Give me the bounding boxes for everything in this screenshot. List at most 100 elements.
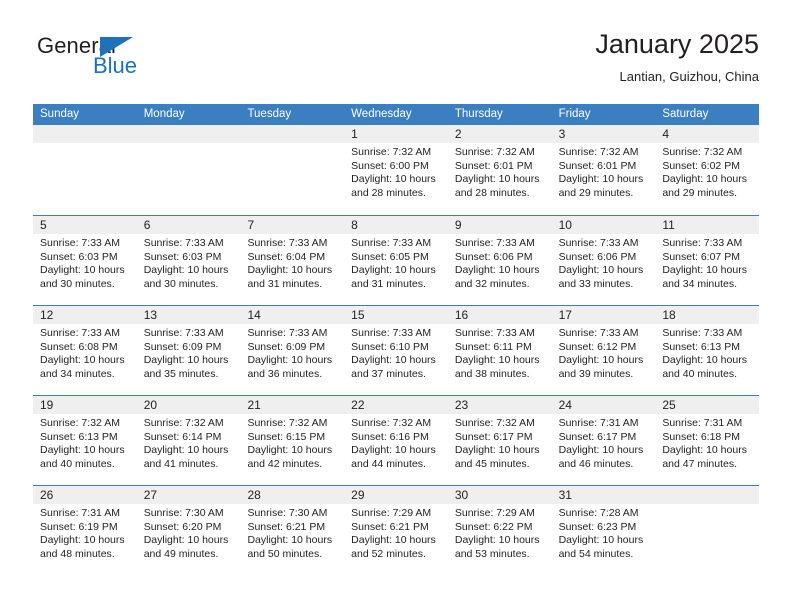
day-detail-lines: Sunrise: 7:33 AM Sunset: 6:06 PM Daylight:… — [448, 234, 552, 291]
day-detail-line: Daylight: 10 hours — [40, 534, 125, 547]
day-number: 8 — [351, 218, 358, 232]
calendar-day-cell[interactable]: 14 Sunrise: 7:33 AM Sunset: 6:09 PM Dayligh… — [240, 306, 345, 395]
day-number: 24 — [558, 398, 572, 412]
day-number-band: 26 — [33, 486, 137, 504]
day-detail-lines: Sunrise: 7:32 AM Sunset: 6:13 PM Daylight:… — [33, 414, 137, 471]
day-detail-line: Sunset: 6:14 PM — [143, 430, 222, 443]
day-number-band — [33, 125, 137, 143]
day-detail-line: Sunrise: 7:28 AM — [558, 507, 639, 519]
calendar-day-cell-empty — [240, 125, 345, 215]
calendar-day-cell[interactable]: 20 Sunrise: 7:32 AM Sunset: 6:14 PM Dayligh… — [136, 396, 241, 485]
calendar-day-cell[interactable]: 19 Sunrise: 7:32 AM Sunset: 6:13 PM Dayligh… — [33, 396, 137, 485]
day-detail-line: Sunset: 6:07 PM — [662, 250, 740, 263]
day-detail-line: Daylight: 10 hours — [558, 264, 644, 277]
day-detail-line: Sunset: 6:21 PM — [351, 520, 429, 533]
day-detail-line: Daylight: 10 hours — [247, 264, 333, 277]
calendar-day-cell[interactable]: 4 Sunrise: 7:32 AM Sunset: 6:02 PM Daylight… — [655, 125, 760, 215]
day-detail-line: Daylight: 10 hours — [662, 354, 747, 367]
calendar-day-cell[interactable]: 2 Sunrise: 7:32 AM Sunset: 6:01 PM Daylight… — [447, 125, 552, 215]
calendar-day-cell[interactable]: 7 Sunrise: 7:33 AM Sunset: 6:04 PM Daylight… — [240, 216, 345, 305]
day-detail-lines: Sunrise: 7:32 AM Sunset: 6:14 PM Daylight:… — [137, 414, 241, 471]
calendar-day-cell-empty — [655, 486, 760, 575]
day-detail-line: and 40 minutes. — [40, 457, 115, 470]
calendar-page: General Blue January 2025 Lantian, Guizh… — [0, 0, 792, 612]
calendar-day-cell[interactable]: 1 Sunrise: 7:32 AM Sunset: 6:00 PM Daylight… — [344, 125, 448, 215]
day-detail-lines — [240, 143, 344, 146]
day-detail-line: Sunrise: 7:33 AM — [662, 237, 743, 249]
calendar-day-cell[interactable]: 24 Sunrise: 7:31 AM Sunset: 6:17 PM Dayligh… — [551, 396, 656, 485]
calendar-day-cell[interactable]: 23 Sunrise: 7:32 AM Sunset: 6:17 PM Dayligh… — [447, 396, 552, 485]
day-detail-line: and 35 minutes. — [143, 367, 219, 380]
calendar-day-cell[interactable]: 13 Sunrise: 7:33 AM Sunset: 6:09 PM Dayligh… — [136, 306, 241, 395]
day-number-band: 5 — [33, 216, 137, 234]
calendar-day-cell[interactable]: 27 Sunrise: 7:30 AM Sunset: 6:20 PM Dayligh… — [136, 486, 241, 575]
day-number-band: 4 — [655, 125, 760, 143]
calendar-day-cell[interactable]: 8 Sunrise: 7:33 AM Sunset: 6:05 PM Daylight… — [344, 216, 448, 305]
calendar-day-cell[interactable]: 17 Sunrise: 7:33 AM Sunset: 6:12 PM Dayligh… — [551, 306, 656, 395]
calendar-day-cell[interactable]: 11 Sunrise: 7:33 AM Sunset: 6:07 PM Dayligh… — [655, 216, 760, 305]
day-detail-line: Sunset: 6:13 PM — [40, 430, 118, 443]
calendar-day-cell[interactable]: 5 Sunrise: 7:33 AM Sunset: 6:03 PM Daylight… — [33, 216, 137, 305]
page-header: General Blue January 2025 Lantian, Guizh… — [33, 28, 759, 96]
calendar-day-cell[interactable]: 6 Sunrise: 7:33 AM Sunset: 6:03 PM Daylight… — [136, 216, 241, 305]
page-title: January 2025 — [595, 29, 759, 59]
day-number-band: 20 — [136, 396, 241, 414]
day-detail-line: Daylight: 10 hours — [558, 354, 644, 367]
day-number: 27 — [143, 488, 158, 502]
day-number-band: 24 — [551, 396, 656, 414]
calendar-day-cell[interactable]: 10 Sunrise: 7:33 AM Sunset: 6:06 PM Dayligh… — [551, 216, 656, 305]
day-detail-line: Sunrise: 7:33 AM — [558, 327, 639, 339]
day-detail-line: Sunset: 6:17 PM — [558, 430, 637, 443]
day-number: 18 — [662, 308, 676, 322]
day-detail-line: Sunset: 6:03 PM — [143, 250, 222, 263]
day-detail-lines: Sunrise: 7:33 AM Sunset: 6:08 PM Daylight:… — [33, 324, 137, 381]
day-detail-line: and 53 minutes. — [454, 547, 530, 560]
calendar-day-cell[interactable]: 26 Sunrise: 7:31 AM Sunset: 6:19 PM Dayligh… — [33, 486, 137, 575]
calendar-day-cell[interactable]: 16 Sunrise: 7:33 AM Sunset: 6:11 PM Dayligh… — [447, 306, 552, 395]
day-detail-lines: Sunrise: 7:33 AM Sunset: 6:03 PM Daylight:… — [137, 234, 241, 291]
day-number: 16 — [454, 308, 469, 322]
day-number-band: 3 — [551, 125, 656, 143]
calendar-day-cell[interactable]: 21 Sunrise: 7:32 AM Sunset: 6:15 PM Dayligh… — [240, 396, 345, 485]
day-number: 22 — [351, 398, 365, 412]
day-number: 3 — [558, 127, 566, 141]
day-detail-line: Sunrise: 7:32 AM — [247, 417, 328, 429]
day-detail-lines: Sunrise: 7:31 AM Sunset: 6:19 PM Daylight:… — [33, 504, 137, 561]
day-detail-line: Sunset: 6:10 PM — [351, 340, 429, 353]
day-detail-line: Sunrise: 7:32 AM — [351, 417, 432, 429]
day-detail-lines: Sunrise: 7:33 AM Sunset: 6:05 PM Daylight:… — [344, 234, 448, 291]
calendar-day-cell[interactable]: 3 Sunrise: 7:32 AM Sunset: 6:01 PM Daylight… — [551, 125, 656, 215]
calendar-day-cell[interactable]: 31 Sunrise: 7:28 AM Sunset: 6:23 PM Dayligh… — [551, 486, 656, 575]
day-detail-lines — [33, 143, 137, 146]
day-detail-line: and 48 minutes. — [40, 547, 115, 560]
calendar-day-cell[interactable]: 12 Sunrise: 7:33 AM Sunset: 6:08 PM Dayligh… — [33, 306, 137, 395]
day-number: 15 — [351, 308, 365, 322]
day-detail-line: and 41 minutes. — [143, 457, 219, 470]
day-detail-line: Daylight: 10 hours — [40, 444, 125, 457]
calendar-day-cell[interactable]: 15 Sunrise: 7:33 AM Sunset: 6:10 PM Dayligh… — [344, 306, 448, 395]
day-detail-lines: Sunrise: 7:33 AM Sunset: 6:12 PM Daylight:… — [552, 324, 656, 381]
calendar-day-cell[interactable]: 9 Sunrise: 7:33 AM Sunset: 6:06 PM Daylight… — [447, 216, 552, 305]
day-detail-line: and 31 minutes. — [247, 277, 323, 290]
day-detail-lines — [137, 143, 241, 146]
day-detail-line: Sunset: 6:05 PM — [351, 250, 429, 263]
calendar-day-cell[interactable]: 22 Sunrise: 7:32 AM Sunset: 6:16 PM Dayligh… — [344, 396, 448, 485]
day-detail-line: and 39 minutes. — [558, 367, 634, 380]
calendar-day-cell[interactable]: 18 Sunrise: 7:33 AM Sunset: 6:13 PM Dayligh… — [655, 306, 760, 395]
day-detail-line: and 31 minutes. — [351, 277, 426, 290]
day-detail-line: and 42 minutes. — [247, 457, 323, 470]
calendar-day-cell[interactable]: 28 Sunrise: 7:30 AM Sunset: 6:21 PM Dayligh… — [240, 486, 345, 575]
calendar-day-cell[interactable]: 30 Sunrise: 7:29 AM Sunset: 6:22 PM Dayligh… — [447, 486, 552, 575]
calendar-day-cell[interactable]: 29 Sunrise: 7:29 AM Sunset: 6:21 PM Dayligh… — [344, 486, 448, 575]
day-detail-line: Sunrise: 7:32 AM — [143, 417, 224, 429]
day-number: 1 — [351, 127, 358, 141]
day-detail-line: Sunset: 6:02 PM — [662, 159, 740, 172]
day-detail-line: Sunset: 6:21 PM — [247, 520, 326, 533]
calendar-day-cell[interactable]: 25 Sunrise: 7:31 AM Sunset: 6:18 PM Dayligh… — [655, 396, 760, 485]
day-detail-line: and 36 minutes. — [247, 367, 323, 380]
day-number-band: 22 — [344, 396, 448, 414]
day-detail-line: Sunrise: 7:30 AM — [143, 507, 224, 519]
day-detail-lines: Sunrise: 7:33 AM Sunset: 6:09 PM Daylight:… — [137, 324, 241, 381]
day-detail-line: Daylight: 10 hours — [454, 173, 540, 186]
day-detail-line: Sunrise: 7:32 AM — [351, 146, 432, 158]
